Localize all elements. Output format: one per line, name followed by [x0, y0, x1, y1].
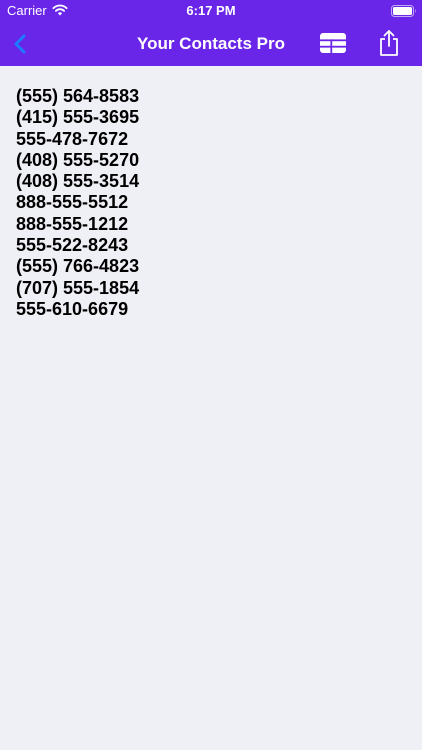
navigation-bar: Your Contacts Pro [0, 22, 422, 66]
phone-number-item: 555-610-6679 [16, 298, 129, 319]
phone-number-item: (415) 555-3695 [16, 107, 140, 128]
status-time: 6:17 PM [186, 3, 236, 18]
table-view-button[interactable] [318, 31, 348, 55]
phone-number-item: 555-522-8243 [16, 235, 129, 256]
contacts-screen: Carrier 6:17 PM Your Contacts Pro (555) … [0, 0, 422, 750]
share-icon [380, 30, 398, 56]
phone-number-item: (707) 555-1854 [16, 277, 140, 298]
app-header: Carrier 6:17 PM Your Contacts Pro [0, 0, 422, 66]
table-grid-icon [320, 33, 346, 53]
chevron-left-icon [14, 34, 26, 54]
battery-icon [391, 5, 416, 17]
phone-number-item: (408) 555-3514 [16, 171, 140, 192]
back-button[interactable] [8, 30, 32, 58]
page-title: Your Contacts Pro [137, 34, 285, 53]
status-bar: Carrier 6:17 PM [0, 0, 422, 22]
share-button[interactable] [376, 28, 402, 58]
phone-number-item: (408) 555-5270 [16, 149, 140, 170]
phone-number-list: (555) 564-8583 (415) 555-3695 555-478-76… [16, 86, 316, 320]
phone-number-item: 555-478-7672 [16, 128, 129, 149]
phone-number-item: (555) 564-8583 [16, 86, 140, 106]
phone-number-item: (555) 766-4823 [16, 256, 140, 277]
phone-number-item: 888-555-1212 [16, 213, 129, 234]
phone-number-item: 888-555-5512 [16, 192, 129, 213]
